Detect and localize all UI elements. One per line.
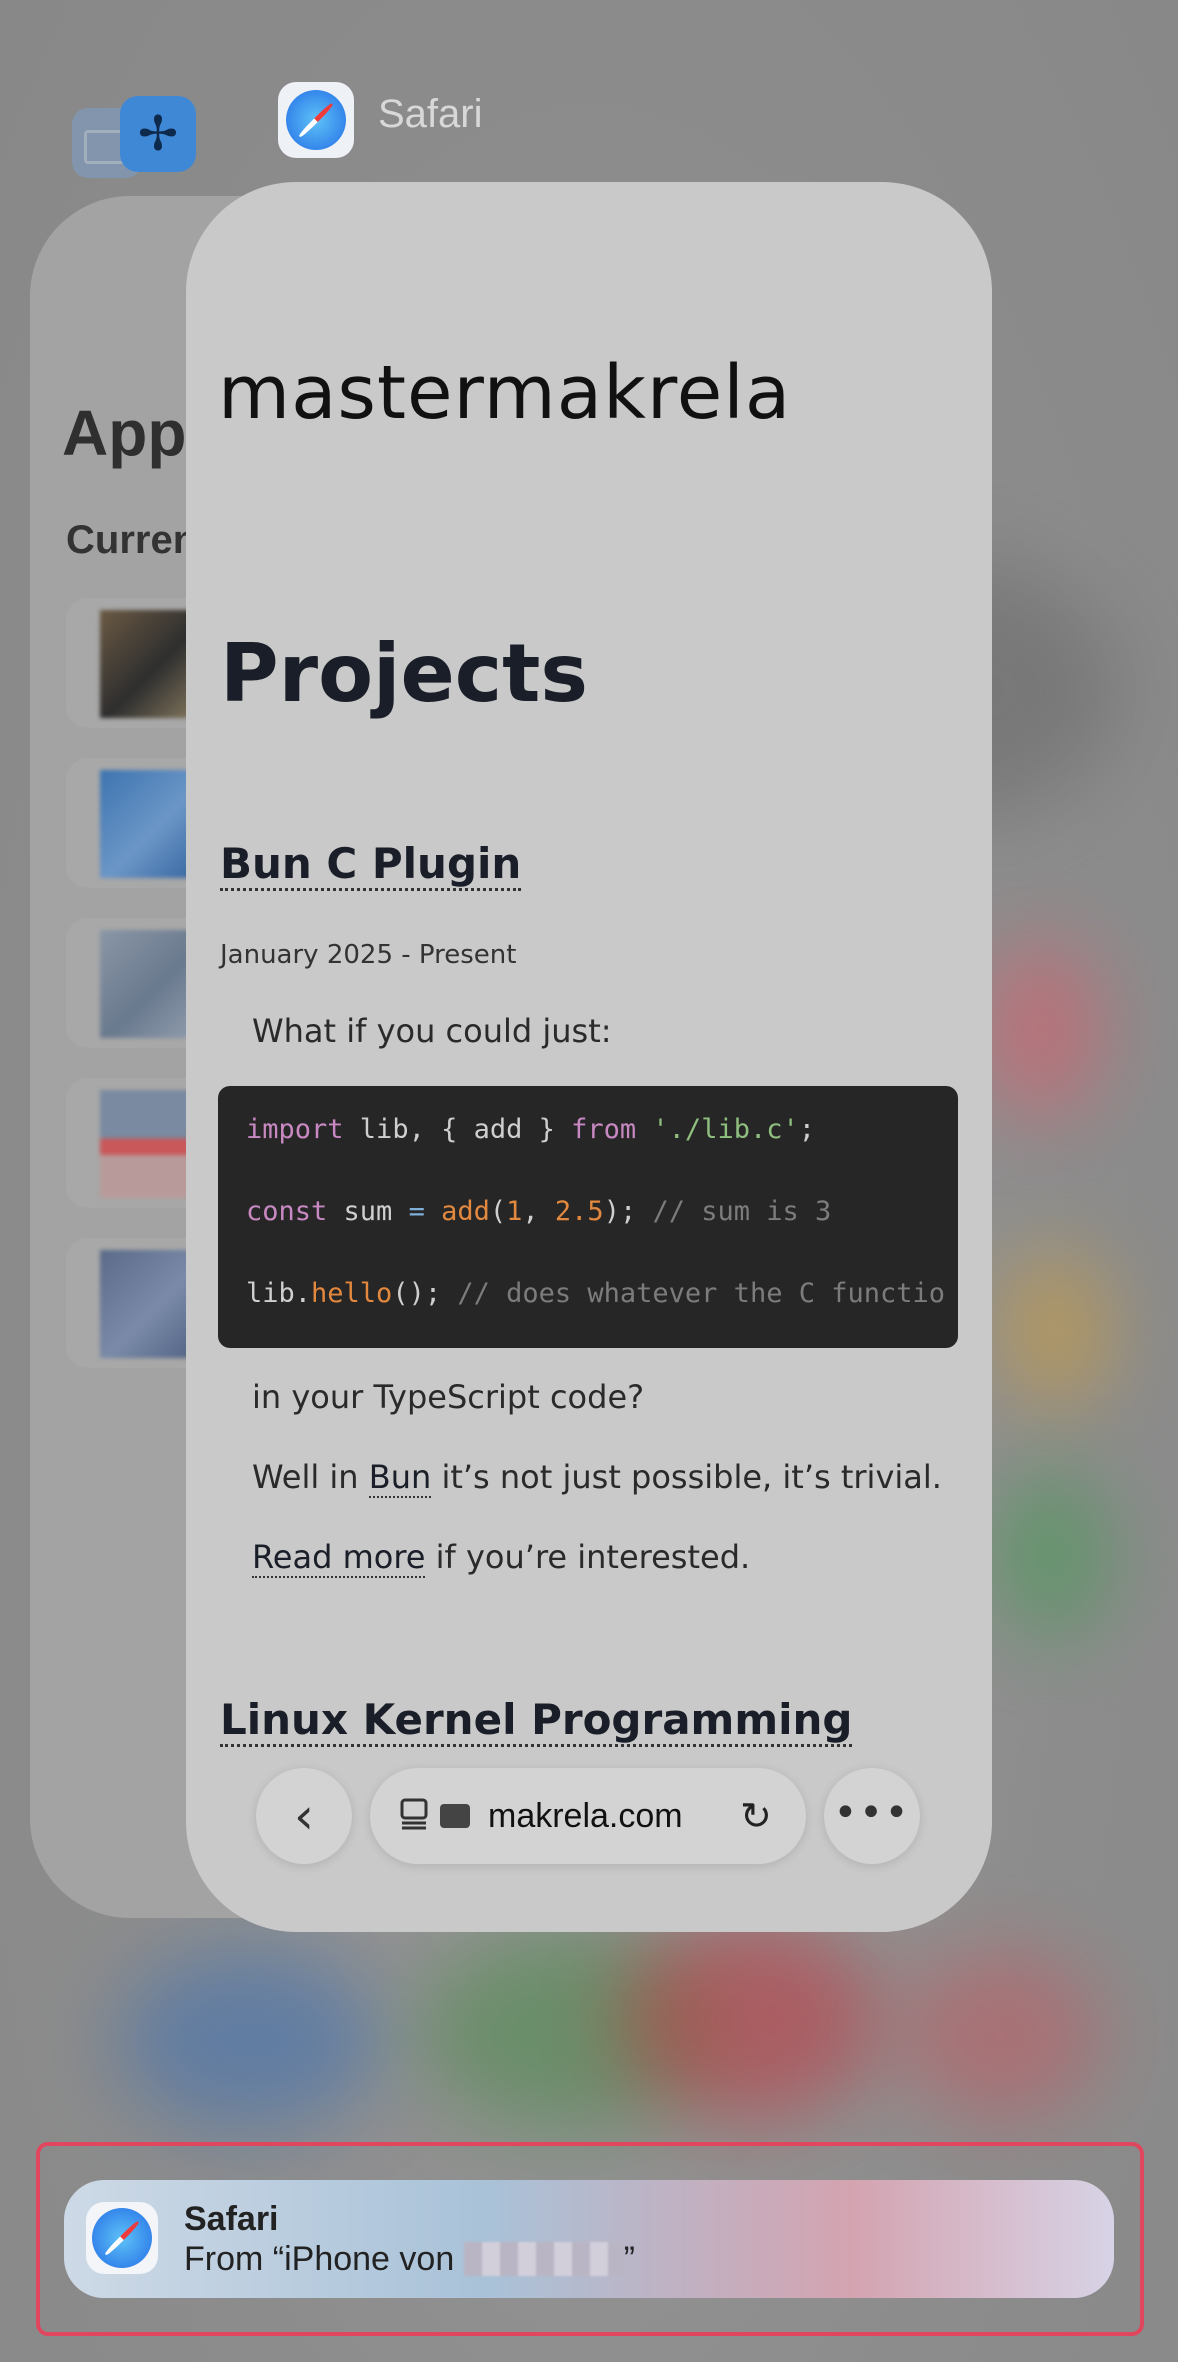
chevron-left-icon: ‹: [294, 1787, 314, 1845]
bg-card-subtitle: Curren: [66, 518, 198, 562]
project-title-link[interactable]: Bun C Plugin: [220, 840, 522, 891]
safari-compass-icon: [86, 2202, 158, 2274]
text: if you’re interested.: [425, 1538, 751, 1576]
read-more-paragraph: Read more if you’re interested.: [252, 1538, 751, 1578]
bg-card-title: App: [62, 397, 187, 469]
code-line: lib.hello(); // does whatever the C func…: [246, 1278, 946, 1309]
redacted-name: [463, 2242, 624, 2276]
safari-compass-icon[interactable]: [278, 82, 354, 158]
text: ”: [623, 2240, 635, 2278]
code-block: import lib, { add } from './lib.c'; cons…: [218, 1086, 958, 1348]
safari-app-card[interactable]: mastermakrela Projects Bun C Plugin Janu…: [186, 182, 992, 1932]
text: Well in: [252, 1458, 369, 1496]
page-title: Projects: [220, 627, 589, 720]
more-button[interactable]: •••: [824, 1768, 920, 1864]
bun-link[interactable]: Bun: [368, 1458, 432, 1498]
bun-paragraph: Well in Bun it’s not just possible, it’s…: [252, 1458, 942, 1498]
read-more-link[interactable]: Read more: [252, 1538, 426, 1578]
site-logo[interactable]: mastermakrela: [218, 350, 791, 436]
code-line: import lib, { add } from './lib.c';: [246, 1114, 815, 1145]
page-menu-icon[interactable]: [400, 1798, 428, 1830]
after-code-text: in your TypeScript code?: [252, 1378, 645, 1416]
back-button[interactable]: ‹: [256, 1768, 352, 1864]
text: From “iPhone von: [184, 2240, 464, 2278]
reload-icon[interactable]: ↻: [740, 1768, 772, 1864]
bg-blur: [120, 1950, 380, 2130]
next-project-link[interactable]: Linux Kernel Programming: [220, 1696, 853, 1747]
bg-blur: [990, 1470, 1110, 1640]
bg-blur: [620, 1920, 880, 2120]
handoff-app-name: Safari: [184, 2200, 279, 2238]
app-label: Safari: [378, 92, 483, 136]
bg-blur: [980, 940, 1100, 1120]
bg-blur: [1000, 1250, 1110, 1410]
ellipsis-icon: •••: [833, 1790, 911, 1836]
propeller-icon[interactable]: ✢: [120, 96, 196, 172]
address-bar[interactable]: makrela.com ↻: [370, 1768, 806, 1864]
text: it’s not just possible, it’s trivial.: [431, 1458, 942, 1496]
bg-blur: [900, 1950, 1100, 2120]
handoff-source: From “iPhone von ”: [184, 2240, 635, 2279]
url-text: makrela.com: [488, 1797, 683, 1835]
project-intro: What if you could just:: [252, 1012, 612, 1050]
handoff-banner[interactable]: Safari From “iPhone von ”: [64, 2180, 1114, 2298]
project-date: January 2025 - Present: [220, 940, 517, 970]
extension-icon[interactable]: [440, 1804, 470, 1828]
code-line: const sum = add(1, 2.5); // sum is 3: [246, 1196, 832, 1227]
